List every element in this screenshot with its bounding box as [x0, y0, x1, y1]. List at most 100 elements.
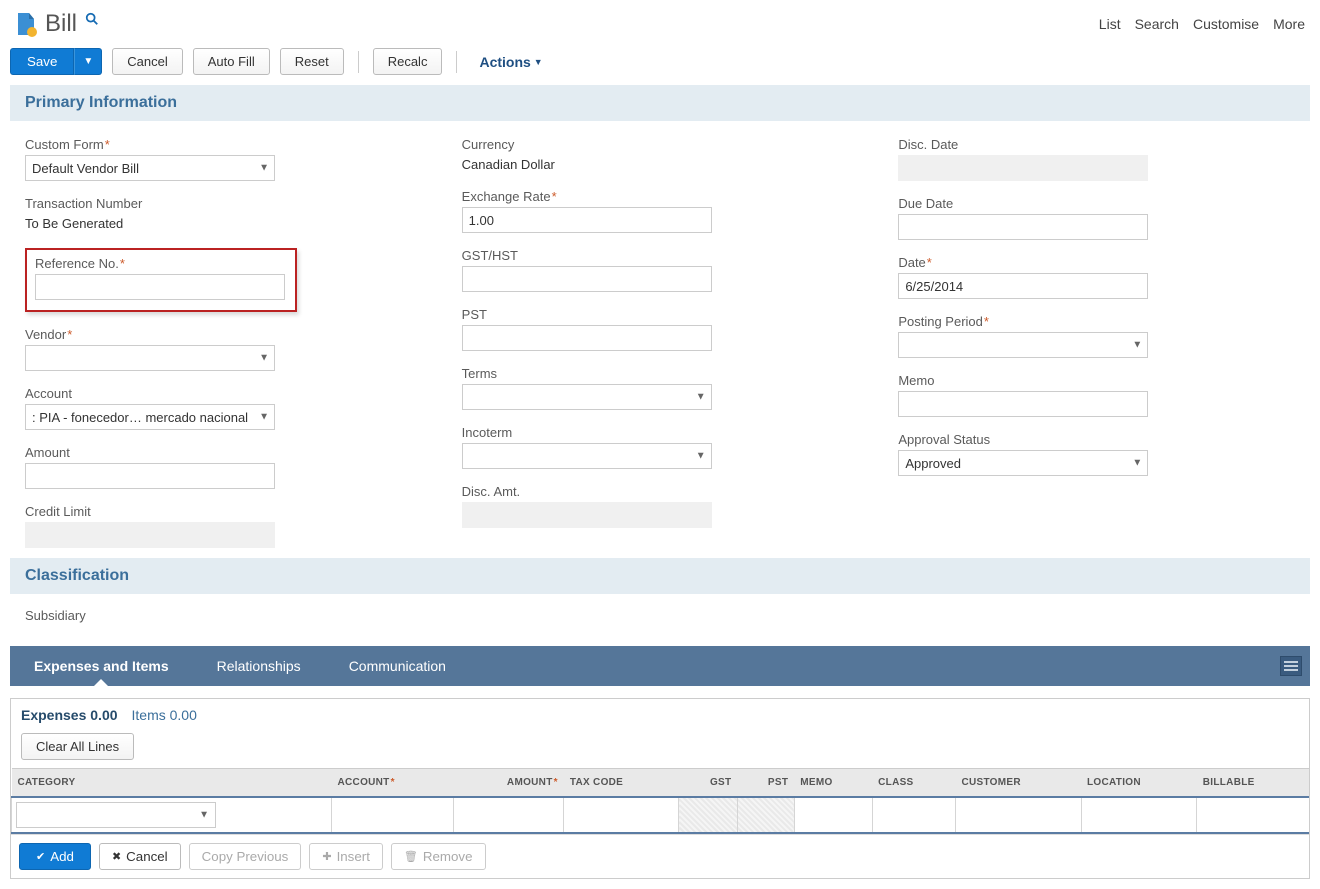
field-terms: Terms ▼: [462, 366, 859, 410]
subtab-expenses[interactable]: Expenses 0.00: [21, 707, 118, 723]
due-date-label: Due Date: [898, 196, 1295, 211]
col-pst: PST: [737, 769, 794, 798]
custom-form-select[interactable]: ▼: [25, 155, 275, 181]
exch-rate-label: Exchange Rate: [462, 189, 551, 204]
amount-input[interactable]: [25, 463, 275, 489]
cancel-button[interactable]: Cancel: [112, 48, 182, 75]
col-class: CLASS: [872, 769, 955, 798]
vendor-label: Vendor: [25, 327, 66, 342]
tab-communication[interactable]: Communication: [325, 646, 470, 686]
field-account: Account ▼: [25, 386, 422, 430]
exchange-rate-input[interactable]: [462, 207, 712, 233]
disc-amt-readonly: [462, 502, 712, 528]
currency-label: Currency: [462, 137, 859, 152]
approval-select[interactable]: ▼: [898, 450, 1148, 476]
credit-limit-label: Credit Limit: [25, 504, 422, 519]
subtab-items[interactable]: Items 0.00: [132, 707, 197, 723]
link-list[interactable]: List: [1099, 16, 1121, 32]
field-disc-amt: Disc. Amt.: [462, 484, 859, 528]
amount-label: Amount: [25, 445, 422, 460]
tran-num-value: To Be Generated: [25, 214, 422, 233]
row-location-cell[interactable]: [1081, 797, 1197, 833]
tab-relationships[interactable]: Relationships: [193, 646, 325, 686]
credit-limit-readonly: [25, 522, 275, 548]
bill-doc-icon: [15, 11, 37, 37]
field-posting-period: Posting Period* ▼: [898, 314, 1295, 358]
recalc-button[interactable]: Recalc: [373, 48, 443, 75]
toolbar-separator: [456, 51, 457, 73]
top-links: List Search Customise More: [1099, 16, 1305, 32]
page-title: Bill: [45, 10, 77, 38]
col-amount: AMOUNT*: [453, 769, 564, 798]
vendor-select[interactable]: ▼: [25, 345, 275, 371]
field-gsthst: GST/HST: [462, 248, 859, 292]
field-date: Date*: [898, 255, 1295, 299]
page-header: Bill List Search Customise More: [0, 0, 1320, 44]
expenses-grid: CATEGORY ACCOUNT* AMOUNT* TAX CODE GST P…: [11, 768, 1309, 834]
col-gst: GST: [679, 769, 738, 798]
field-amount: Amount: [25, 445, 422, 489]
clear-all-lines-button[interactable]: Clear All Lines: [21, 733, 134, 760]
disc-amt-label: Disc. Amt.: [462, 484, 859, 499]
row-cancel-label: Cancel: [126, 849, 168, 864]
link-more[interactable]: More: [1273, 16, 1305, 32]
row-customer-cell[interactable]: [955, 797, 1081, 833]
row-pst-cell: [737, 797, 794, 833]
tabs-layout-icon[interactable]: [1280, 656, 1302, 676]
actions-menu[interactable]: Actions ▼: [479, 54, 542, 70]
reset-button[interactable]: Reset: [280, 48, 344, 75]
save-dropdown-button[interactable]: ▼: [74, 48, 102, 75]
field-reference-no-highlighted: Reference No.*: [25, 248, 297, 312]
field-disc-date: Disc. Date: [898, 137, 1295, 181]
trash-icon: 🗑: [404, 850, 418, 863]
toolbar-separator: [358, 51, 359, 73]
posting-period-label: Posting Period: [898, 314, 983, 329]
row-account-cell[interactable]: [332, 797, 454, 833]
check-icon: ✔: [36, 850, 45, 863]
field-currency: Currency Canadian Dollar: [462, 137, 859, 174]
row-billable-cell[interactable]: [1197, 797, 1309, 833]
link-customise[interactable]: Customise: [1193, 16, 1259, 32]
incoterm-label: Incoterm: [462, 425, 859, 440]
row-class-cell[interactable]: [872, 797, 955, 833]
row-gst-cell: [679, 797, 738, 833]
gsthst-label: GST/HST: [462, 248, 859, 263]
due-date-input[interactable]: [898, 214, 1148, 240]
disc-date-readonly: [898, 155, 1148, 181]
memo-input[interactable]: [898, 391, 1148, 417]
gsthst-input[interactable]: [462, 266, 712, 292]
tab-expenses-items[interactable]: Expenses and Items: [10, 646, 193, 686]
field-pst: PST: [462, 307, 859, 351]
col-billable: BILLABLE: [1197, 769, 1309, 798]
primary-info-grid: Custom Form* ▼ Transaction Number To Be …: [10, 121, 1310, 558]
pst-input[interactable]: [462, 325, 712, 351]
field-custom-form: Custom Form* ▼: [25, 137, 422, 181]
actions-label: Actions: [479, 54, 530, 70]
account-select[interactable]: ▼: [25, 404, 275, 430]
posting-period-select[interactable]: ▼: [898, 332, 1148, 358]
field-exchange-rate: Exchange Rate*: [462, 189, 859, 233]
row-amount-cell[interactable]: [453, 797, 564, 833]
field-transaction-number: Transaction Number To Be Generated: [25, 196, 422, 233]
row-add-button[interactable]: ✔Add: [19, 843, 91, 870]
row-category-select[interactable]: ▼: [16, 802, 216, 828]
row-cancel-button[interactable]: ✖Cancel: [99, 843, 181, 870]
terms-select[interactable]: ▼: [462, 384, 712, 410]
col-location: LOCATION: [1081, 769, 1197, 798]
currency-value: Canadian Dollar: [462, 155, 859, 174]
row-taxcode-cell[interactable]: [564, 797, 679, 833]
autofill-button[interactable]: Auto Fill: [193, 48, 270, 75]
date-label: Date: [898, 255, 925, 270]
terms-label: Terms: [462, 366, 859, 381]
date-input[interactable]: [898, 273, 1148, 299]
field-due-date: Due Date: [898, 196, 1295, 240]
grid-edit-row[interactable]: ▼: [12, 797, 1310, 833]
reference-no-input[interactable]: [35, 274, 285, 300]
subsidiary-label: Subsidiary: [25, 608, 1295, 623]
save-button[interactable]: Save: [10, 48, 74, 75]
row-memo-cell[interactable]: [794, 797, 872, 833]
search-icon[interactable]: [85, 12, 99, 31]
section-classification: Classification: [10, 558, 1310, 594]
incoterm-select[interactable]: ▼: [462, 443, 712, 469]
link-search[interactable]: Search: [1135, 16, 1179, 32]
